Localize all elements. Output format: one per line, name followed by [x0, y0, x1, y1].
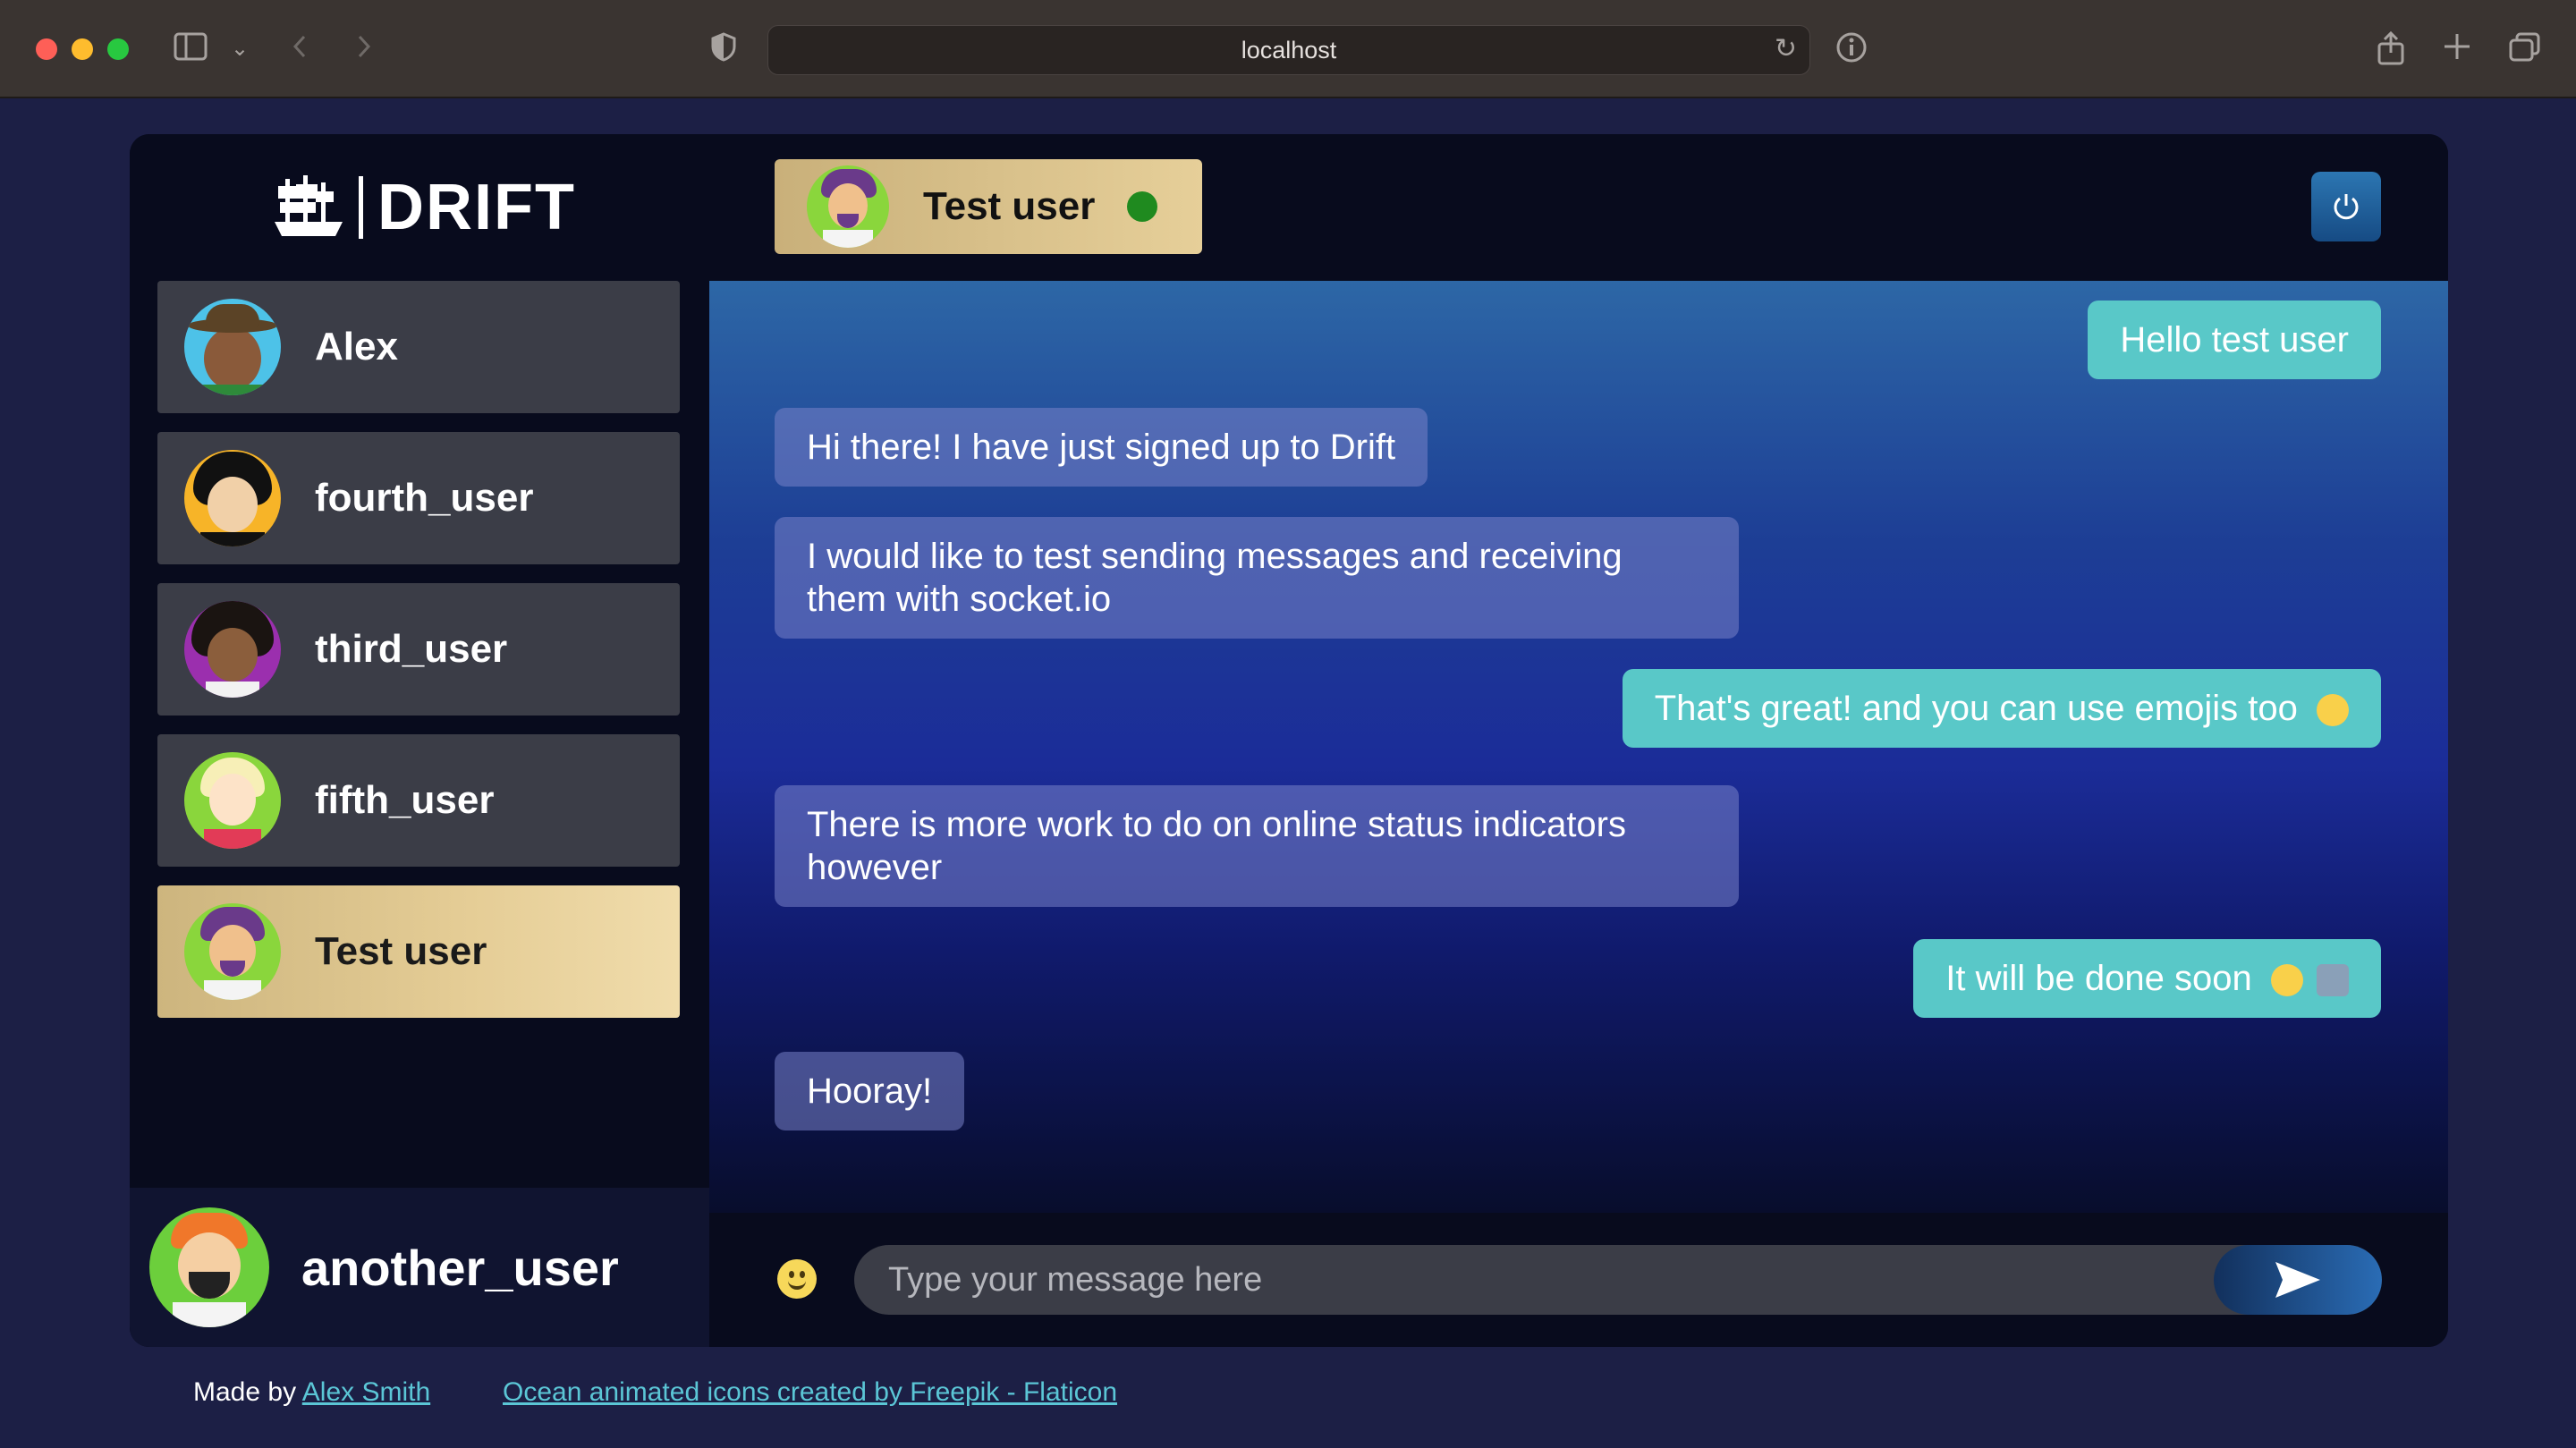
- send-icon: [2275, 1262, 2320, 1298]
- power-icon: [2334, 194, 2359, 220]
- flaticon-credit-link[interactable]: Ocean animated icons created by Freepik …: [503, 1377, 1117, 1408]
- address-bar[interactable]: localhost ↻: [767, 25, 1810, 75]
- message-bubble-sent: Hello test user: [2088, 301, 2381, 379]
- message-input[interactable]: [854, 1245, 2196, 1315]
- current-user-panel: another_user: [130, 1188, 709, 1347]
- tab-overview-icon[interactable]: [2508, 31, 2542, 72]
- sidebar: DRIFT Alex fourth_user third_user fifth_…: [130, 134, 709, 1347]
- user-name: fifth_user: [315, 778, 495, 822]
- user-name: Alex: [315, 325, 398, 368]
- minimize-window-button[interactable]: [72, 38, 93, 60]
- new-tab-icon[interactable]: [2442, 31, 2472, 70]
- message-bubble-sent: It will be done soon: [1913, 939, 2381, 1018]
- message-text: Hello test user: [2120, 320, 2349, 360]
- message-bubble-received: I would like to test sending messages an…: [775, 517, 1739, 639]
- message-text: It will be done soon: [1945, 959, 2252, 998]
- url-text: localhost: [1241, 37, 1337, 64]
- back-icon[interactable]: [288, 31, 311, 70]
- smiley-emoji-icon: [2317, 694, 2349, 727]
- user-list: Alex fourth_user third_user fifth_user T…: [157, 281, 680, 1037]
- message-text: Hi there! I have just signed up to Drift: [807, 428, 1396, 467]
- current-user-name: another_user: [301, 1239, 619, 1296]
- message-bubble-sent: That's great! and you can use emojis too: [1622, 669, 2381, 748]
- message-text: There is more work to do on online statu…: [807, 805, 1626, 887]
- user-item-third-user[interactable]: third_user: [157, 583, 680, 716]
- avatar: [184, 450, 281, 546]
- user-name: fourth_user: [315, 476, 534, 520]
- message-bubble-received: There is more work to do on online statu…: [775, 785, 1739, 907]
- message-text: I would like to test sending messages an…: [807, 537, 1623, 619]
- emoji-picker-button[interactable]: [777, 1259, 817, 1299]
- ship-logo-icon: [275, 175, 343, 236]
- nerd-face-emoji-icon: [2270, 964, 2303, 997]
- user-name: Test user: [315, 929, 487, 973]
- zoom-window-button[interactable]: [107, 38, 129, 60]
- user-item-test-user[interactable]: Test user: [157, 885, 680, 1018]
- user-item-fifth-user[interactable]: fifth_user: [157, 734, 680, 867]
- avatar: [184, 752, 281, 849]
- avatar: [184, 299, 281, 395]
- chat-header: Test user: [709, 134, 2448, 281]
- message-composer: [709, 1213, 2448, 1347]
- message-text: Hooray!: [807, 1071, 933, 1111]
- close-window-button[interactable]: [36, 38, 57, 60]
- privacy-shield-icon[interactable]: [710, 31, 737, 70]
- avatar: [184, 601, 281, 698]
- avatar: [184, 903, 281, 1000]
- message-text: That's great! and you can use emojis too: [1654, 689, 2298, 728]
- sidebar-toggle-icon[interactable]: [174, 31, 209, 70]
- user-item-alex[interactable]: Alex: [157, 281, 680, 413]
- share-icon[interactable]: [2376, 30, 2406, 73]
- reload-icon[interactable]: ↻: [1775, 31, 1797, 67]
- send-button[interactable]: [2214, 1245, 2382, 1315]
- active-chat-user-name: Test user: [923, 184, 1096, 228]
- info-icon[interactable]: [1835, 31, 1868, 72]
- message-bubble-received: Hi there! I have just signed up to Drift: [775, 408, 1428, 487]
- user-name: third_user: [315, 627, 508, 671]
- made-by-label: Made by: [193, 1377, 297, 1407]
- current-user-avatar: [149, 1207, 269, 1327]
- avatar: [807, 165, 889, 248]
- browser-toolbar: ⌄ localhost ↻: [0, 0, 2576, 98]
- page-footer: Made by Alex Smith Ocean animated icons …: [193, 1377, 1117, 1408]
- message-input-wrapper: [854, 1245, 2382, 1315]
- online-status-indicator: [1127, 191, 1158, 222]
- chevron-down-icon[interactable]: ⌄: [231, 31, 249, 67]
- logo-divider: [359, 176, 363, 239]
- chat-app: DRIFT Alex fourth_user third_user fifth_…: [130, 134, 2448, 1347]
- author-link[interactable]: Alex Smith: [302, 1377, 430, 1407]
- logout-button[interactable]: [2311, 172, 2381, 241]
- forward-icon[interactable]: [352, 31, 376, 70]
- logo-text: DRIFT: [377, 172, 576, 243]
- user-item-fourth-user[interactable]: fourth_user: [157, 432, 680, 564]
- app-logo[interactable]: DRIFT: [273, 172, 576, 243]
- message-list: Hello test user Hi there! I have just si…: [709, 281, 2448, 1213]
- technologist-emoji-icon: [2317, 964, 2349, 997]
- active-chat-user[interactable]: Test user: [775, 159, 1202, 254]
- message-bubble-received: Hooray!: [775, 1052, 965, 1130]
